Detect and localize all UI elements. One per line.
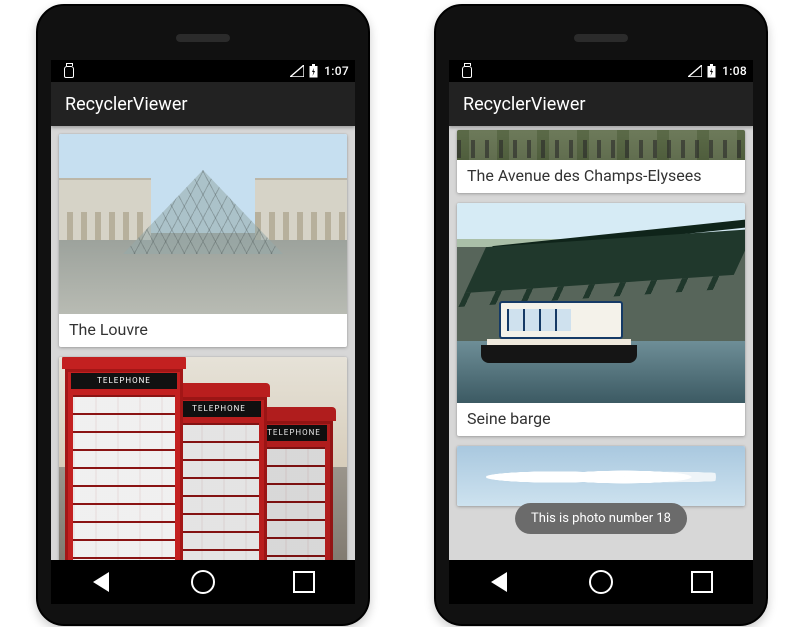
battery-icon	[707, 64, 716, 78]
earpiece	[574, 34, 628, 42]
card-caption: The Avenue des Champs-Elysees	[457, 160, 745, 193]
card-caption: The Louvre	[59, 314, 347, 347]
toast-message: This is photo number 18	[515, 503, 687, 534]
status-clock: 1:08	[722, 64, 747, 78]
nav-recent-button[interactable]	[291, 569, 317, 595]
app-bar: RecyclerViewer	[449, 82, 753, 126]
status-clock: 1:07	[324, 64, 349, 78]
nav-home-button[interactable]	[588, 569, 614, 595]
device-frame-left: 1:07 RecyclerViewer The Louvre TELEPHONE	[36, 4, 370, 626]
recycler-list[interactable]: The Avenue des Champs-Elysees Seine bar	[449, 126, 753, 560]
earpiece	[176, 34, 230, 42]
debug-icon	[62, 64, 74, 78]
signal-icon	[688, 65, 702, 77]
status-bar: 1:08	[449, 60, 753, 82]
comparison-stage: 1:07 RecyclerViewer The Louvre TELEPHONE	[0, 0, 800, 627]
photo-louvre	[59, 134, 347, 314]
photo-seine-barge	[457, 203, 745, 403]
screen: 1:08 RecyclerViewer The Avenue des Champ…	[449, 60, 753, 560]
photo-sky	[457, 446, 745, 506]
list-item[interactable]: The Avenue des Champs-Elysees	[457, 130, 745, 193]
list-item[interactable]: TELEPHONE TELEPHONE TELEPHONE	[59, 357, 347, 560]
nav-back-button[interactable]	[487, 569, 513, 595]
list-item[interactable]	[457, 446, 745, 506]
card-caption: Seine barge	[457, 403, 745, 436]
photo-champs-elysees	[457, 130, 745, 160]
app-title: RecyclerViewer	[463, 94, 585, 115]
android-nav-bar	[449, 560, 753, 604]
nav-home-button[interactable]	[190, 569, 216, 595]
screen: 1:07 RecyclerViewer The Louvre TELEPHONE	[51, 60, 355, 560]
list-item[interactable]: Seine barge	[457, 203, 745, 436]
debug-icon	[460, 64, 472, 78]
battery-icon	[309, 64, 318, 78]
android-nav-bar	[51, 560, 355, 604]
list-item[interactable]: The Louvre	[59, 134, 347, 347]
app-title: RecyclerViewer	[65, 94, 187, 115]
status-bar: 1:07	[51, 60, 355, 82]
signal-icon	[290, 65, 304, 77]
nav-recent-button[interactable]	[689, 569, 715, 595]
recycler-list[interactable]: The Louvre TELEPHONE TELEPHONE TELEPHONE	[51, 126, 355, 560]
photo-phone-booths: TELEPHONE TELEPHONE TELEPHONE	[59, 357, 347, 560]
device-frame-right: 1:08 RecyclerViewer The Avenue des Champ…	[434, 4, 768, 626]
nav-back-button[interactable]	[89, 569, 115, 595]
app-bar: RecyclerViewer	[51, 82, 355, 126]
